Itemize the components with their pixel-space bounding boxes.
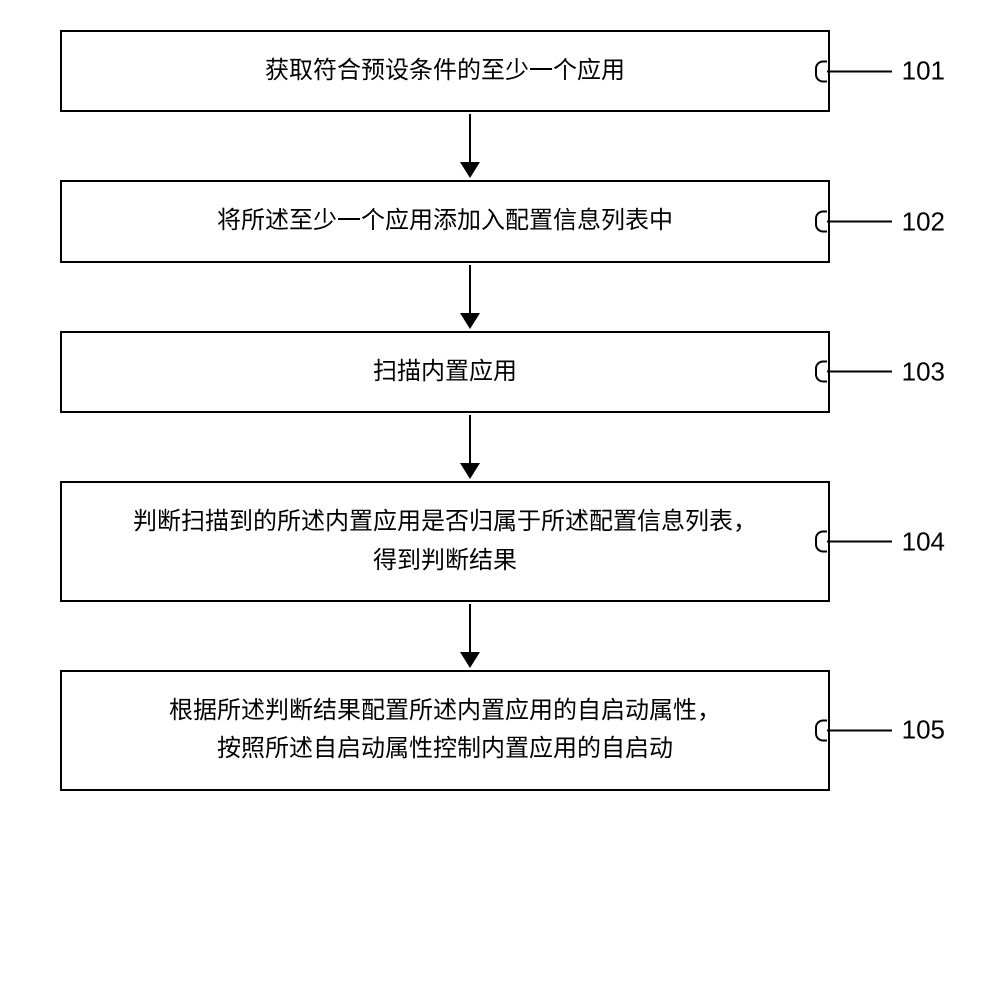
connector-curve	[815, 60, 827, 82]
step-box-101: 获取符合预设条件的至少一个应用	[60, 30, 830, 112]
label-connector: 102	[827, 206, 945, 237]
connector-line	[827, 371, 892, 373]
arrow-down-icon	[460, 602, 480, 670]
step-text: 获取符合预设条件的至少一个应用	[265, 52, 625, 90]
step-text: 判断扫描到的所述内置应用是否归属于所述配置信息列表， 得到判断结果	[133, 503, 757, 580]
step-text: 将所述至少一个应用添加入配置信息列表中	[217, 202, 673, 240]
label-connector: 103	[827, 356, 945, 387]
arrow-head	[460, 463, 480, 479]
connector-curve	[815, 361, 827, 383]
step-row-103: 扫描内置应用 103	[0, 331, 1000, 413]
step-row-102: 将所述至少一个应用添加入配置信息列表中 102	[0, 180, 1000, 262]
step-row-105: 根据所述判断结果配置所述内置应用的自启动属性， 按照所述自启动属性控制内置应用的…	[0, 670, 1000, 791]
arrow-line	[469, 415, 471, 465]
arrow-down-icon	[460, 112, 480, 180]
step-box-104: 判断扫描到的所述内置应用是否归属于所述配置信息列表， 得到判断结果	[60, 481, 830, 602]
arrow-line	[469, 265, 471, 315]
connector-curve	[815, 211, 827, 233]
arrow-down-icon	[460, 413, 480, 481]
arrow-down-icon	[460, 263, 480, 331]
label-connector: 101	[827, 56, 945, 87]
step-box-102: 将所述至少一个应用添加入配置信息列表中	[60, 180, 830, 262]
step-label: 103	[902, 356, 945, 387]
step-text: 根据所述判断结果配置所述内置应用的自启动属性， 按照所述自启动属性控制内置应用的…	[169, 692, 721, 769]
connector-curve	[815, 719, 827, 741]
step-label: 101	[902, 56, 945, 87]
step-box-103: 扫描内置应用	[60, 331, 830, 413]
step-text: 扫描内置应用	[373, 353, 517, 391]
step-label: 102	[902, 206, 945, 237]
connector-line	[827, 541, 892, 543]
arrow-head	[460, 162, 480, 178]
connector-line	[827, 729, 892, 731]
connector-curve	[815, 531, 827, 553]
label-connector: 104	[827, 526, 945, 557]
step-box-105: 根据所述判断结果配置所述内置应用的自启动属性， 按照所述自启动属性控制内置应用的…	[60, 670, 830, 791]
connector-line	[827, 70, 892, 72]
step-label: 105	[902, 715, 945, 746]
arrow-head	[460, 652, 480, 668]
flowchart-container: 获取符合预设条件的至少一个应用 101 将所述至少一个应用添加入配置信息列表中 …	[0, 30, 1000, 791]
arrow-head	[460, 313, 480, 329]
arrow-line	[469, 114, 471, 164]
connector-line	[827, 221, 892, 223]
label-connector: 105	[827, 715, 945, 746]
arrow-line	[469, 604, 471, 654]
step-row-101: 获取符合预设条件的至少一个应用 101	[0, 30, 1000, 112]
step-row-104: 判断扫描到的所述内置应用是否归属于所述配置信息列表， 得到判断结果 104	[0, 481, 1000, 602]
step-label: 104	[902, 526, 945, 557]
